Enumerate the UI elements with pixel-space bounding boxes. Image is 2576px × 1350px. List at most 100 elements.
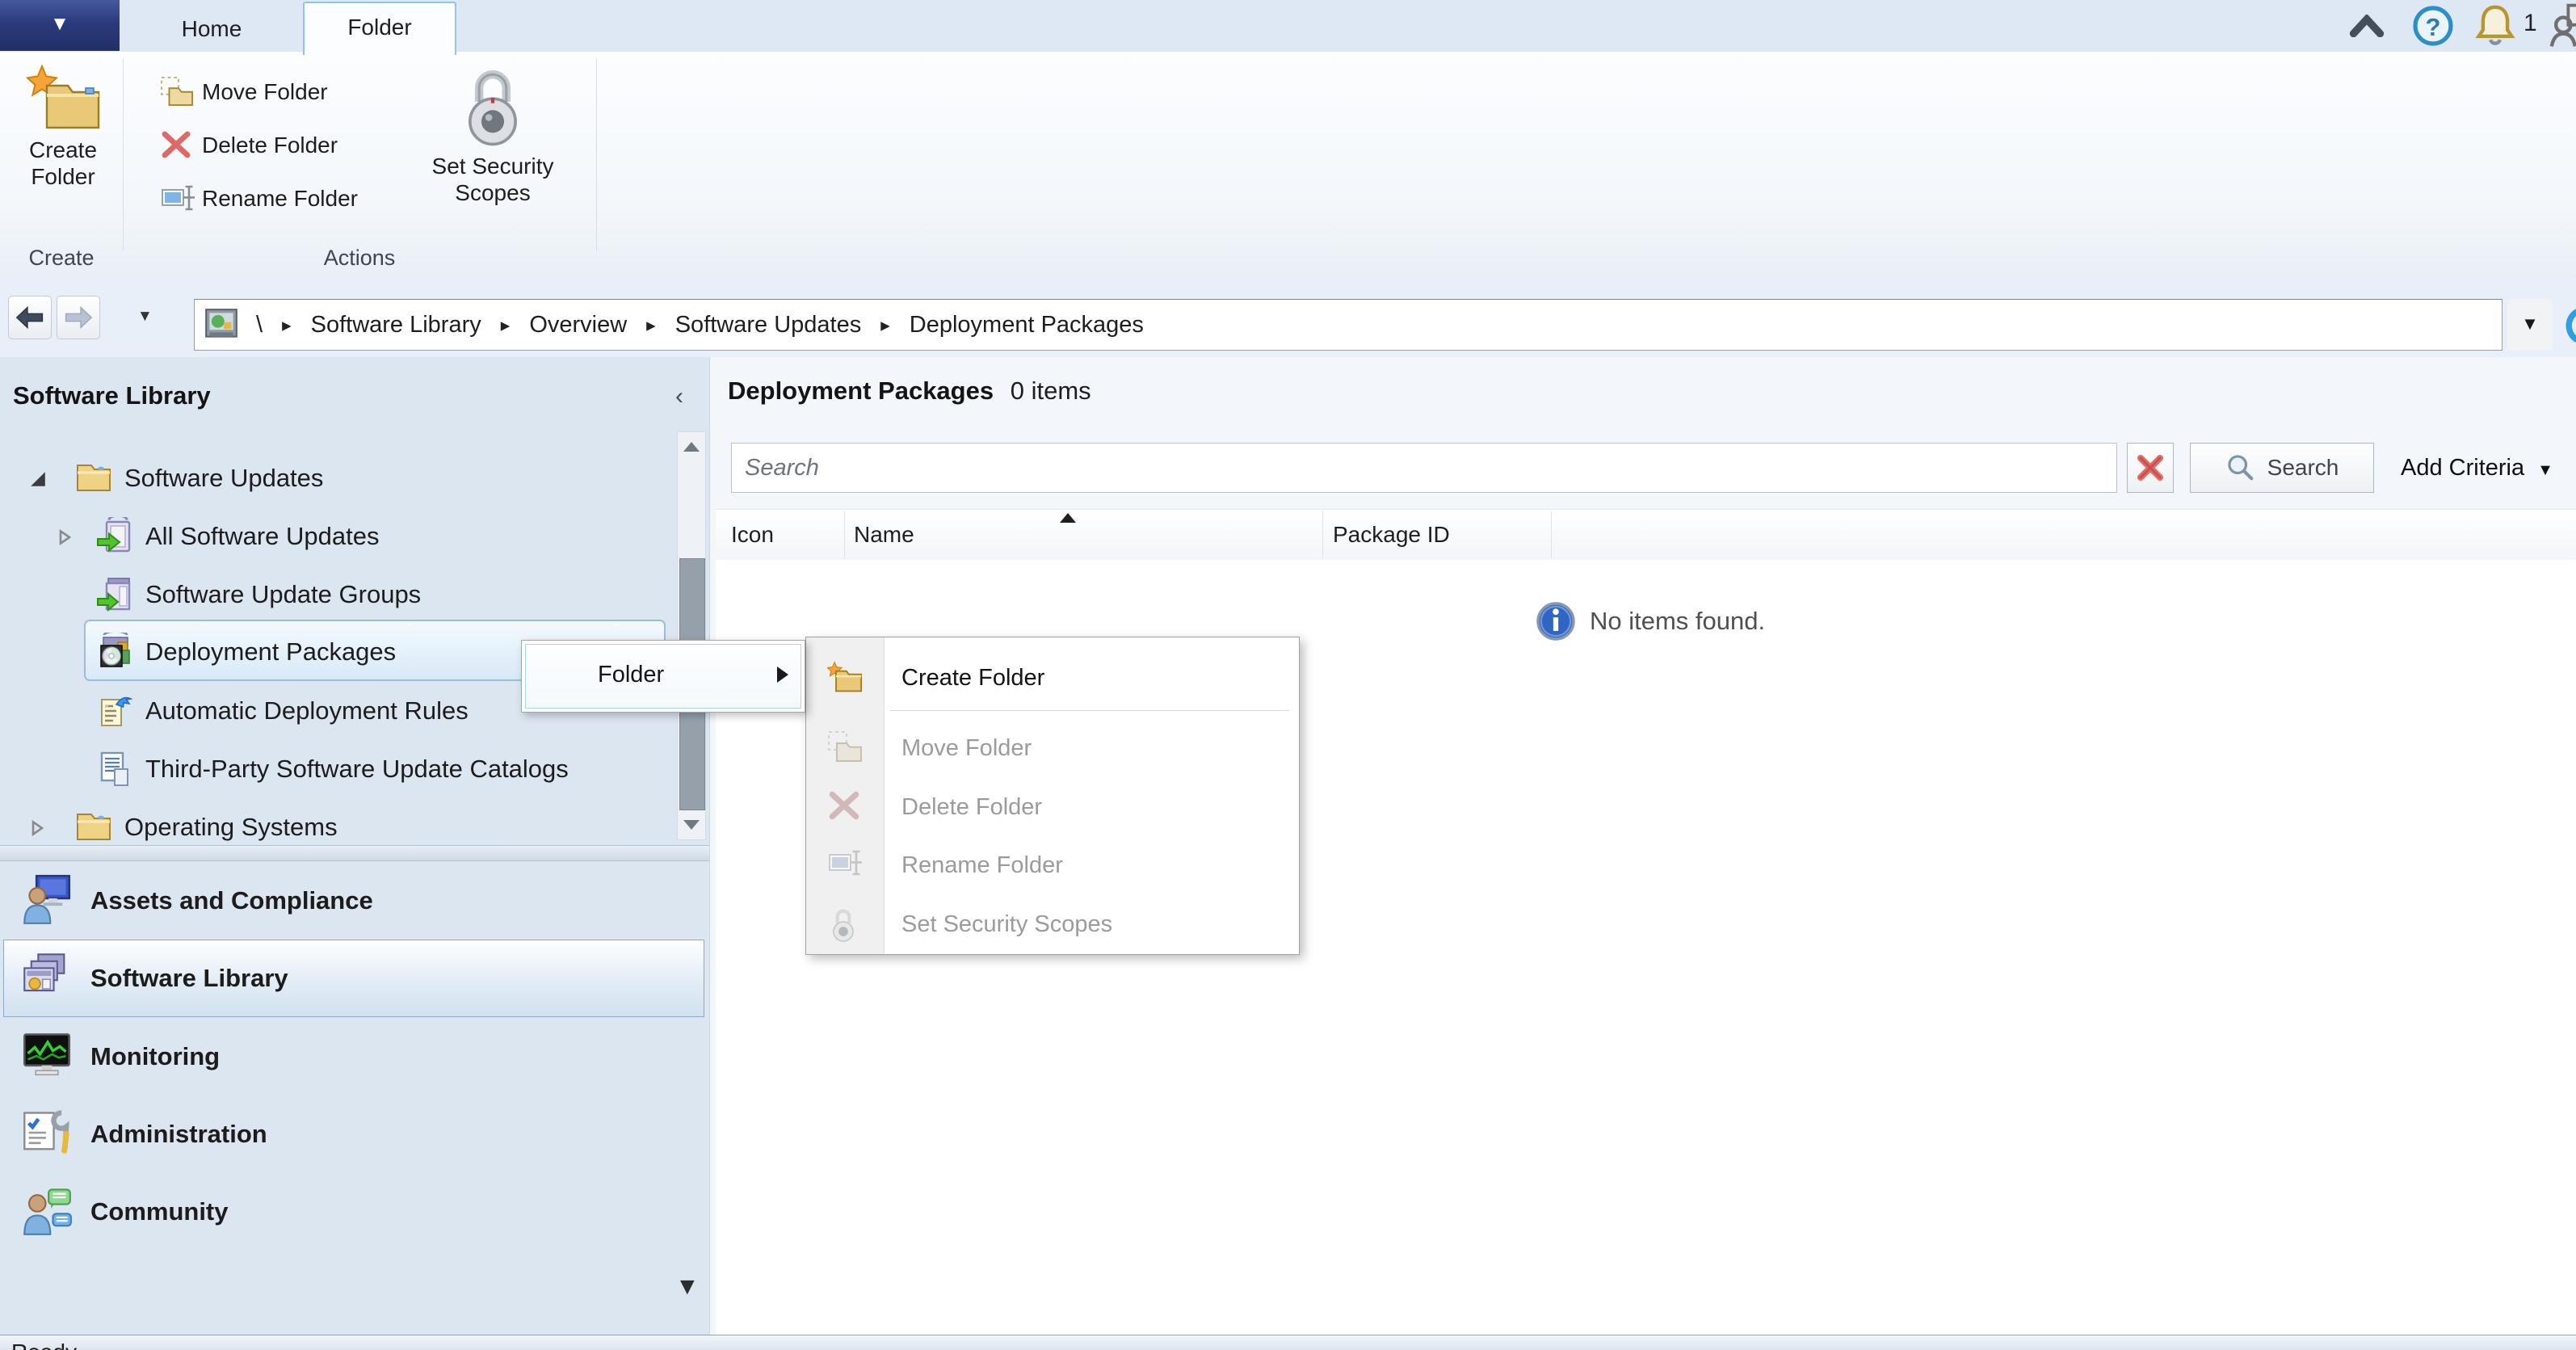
nav-more-icon[interactable]: ▼ (675, 1273, 700, 1301)
rename-folder-label: Rename Folder (202, 186, 358, 211)
breadcrumb-separator-icon: ▸ (500, 313, 511, 335)
breadcrumb-separator-icon: ▸ (880, 313, 890, 335)
notifications-bell-icon[interactable] (2473, 3, 2517, 48)
ribbon-group-actions-label: Actions (323, 246, 396, 270)
nav-item-monitoring[interactable]: Monitoring (0, 1018, 709, 1096)
address-dropdown-icon: ▼ (2521, 313, 2539, 334)
column-header-package-id[interactable]: Package ID (1333, 510, 1450, 560)
collapse-ribbon-chevron-up-icon[interactable] (2349, 15, 2385, 37)
breadcrumb-item-overview[interactable]: Overview (529, 312, 627, 339)
move-folder-icon (161, 76, 193, 107)
nav-item-administration[interactable]: Administration (0, 1096, 709, 1173)
software-library-icon (23, 953, 65, 992)
tree-item-all-software-updates[interactable]: All Software Updates (0, 511, 695, 562)
column-separator[interactable] (1322, 511, 1323, 558)
delete-folder-label: Delete Folder (202, 132, 338, 158)
add-criteria-label: Add Criteria (2401, 455, 2525, 481)
menu-item-move-folder[interactable]: Move Folder (806, 722, 1297, 774)
ribbon-group-create-label: Create (28, 246, 95, 270)
column-header-icon[interactable]: Icon (731, 510, 774, 560)
assets-and-compliance-icon (23, 874, 71, 924)
security-lock-icon (469, 70, 517, 146)
list-column-headers: Icon Name Package ID (716, 509, 2576, 561)
column-separator[interactable] (1551, 511, 1552, 558)
help-icon[interactable]: ? (2412, 5, 2454, 47)
history-dropdown-icon[interactable]: ▼ (137, 299, 153, 334)
create-folder-icon (25, 64, 100, 129)
ribbon: Create Folder Create Move Folder Delete … (0, 52, 2576, 277)
menu-item-rename-folder[interactable]: Rename Folder (806, 839, 1297, 891)
context-menu-folder[interactable]: Folder (521, 640, 805, 713)
nav-item-community[interactable]: Community (0, 1173, 709, 1251)
nav-item-assets-and-compliance[interactable]: Assets and Compliance (0, 862, 709, 940)
refresh-icon[interactable] (2559, 302, 2576, 347)
create-folder-icon (827, 661, 863, 692)
breadcrumb-root[interactable]: \ (256, 312, 263, 339)
scrollbar-down-arrow[interactable] (678, 810, 705, 839)
forward-button[interactable] (57, 296, 100, 339)
app-menu-dropdown-icon: ▼ (50, 13, 69, 35)
tab-home[interactable]: Home (140, 6, 284, 52)
tree-scrollbar[interactable] (677, 431, 706, 840)
delete-folder-icon (162, 131, 191, 158)
ribbon-group-separator (123, 58, 124, 250)
folder-submenu: Create Folder Move Folder Delete Folder … (805, 637, 1300, 955)
tree-collapsed-arrow-icon[interactable] (29, 819, 45, 837)
tree-item-software-update-groups[interactable]: Software Update Groups (0, 569, 695, 620)
clear-x-icon (2137, 455, 2163, 481)
menu-separator (890, 710, 1289, 711)
search-button[interactable]: Search (2190, 443, 2374, 493)
security-lock-icon (833, 909, 854, 942)
community-icon (23, 1188, 72, 1235)
create-folder-label-line2: Folder (31, 164, 95, 189)
breadcrumb-item-software-updates[interactable]: Software Updates (675, 312, 862, 339)
tab-folder[interactable]: Folder (303, 2, 456, 55)
back-button[interactable] (8, 296, 52, 339)
nav-item-software-library[interactable]: Software Library (0, 940, 709, 1017)
menu-item-create-folder[interactable]: Create Folder (806, 652, 1297, 704)
ribbon-group-separator (596, 58, 597, 250)
third-party-catalogs-icon (100, 751, 128, 786)
info-icon (1536, 602, 1575, 641)
move-folder-icon (828, 731, 862, 762)
automatic-deployment-rules-icon (101, 696, 133, 726)
search-magnifier-icon (2227, 455, 2254, 481)
tree-expanded-arrow-icon[interactable] (29, 470, 47, 488)
folder-icon (77, 465, 111, 491)
tree-item-operating-systems[interactable]: Operating Systems (0, 801, 695, 847)
create-folder-ribbon-button[interactable]: Create Folder (6, 63, 120, 190)
monitoring-icon (23, 1033, 71, 1076)
menu-item-set-security-scopes[interactable]: Set Security Scopes (806, 898, 1297, 950)
breadcrumb-item-software-library[interactable]: Software Library (311, 312, 481, 339)
breadcrumb-item-deployment-packages[interactable]: Deployment Packages (910, 312, 1144, 339)
add-criteria-button[interactable]: Add Criteria ▼ (2401, 443, 2553, 493)
navigation-pane: Software Library ‹ Software Updates All … (0, 357, 709, 1335)
app-menu-button[interactable]: ▼ (0, 0, 120, 51)
clear-search-button[interactable] (2127, 443, 2174, 493)
tree-item-third-party-catalogs[interactable]: Third-Party Software Update Catalogs (0, 743, 695, 795)
tree-item-software-updates[interactable]: Software Updates (0, 452, 695, 504)
breadcrumb-separator-icon: ▸ (646, 313, 656, 335)
ribbon-tab-strip: ▼ Home Folder ? 1 (0, 0, 2576, 55)
svg-text:?: ? (2426, 13, 2441, 41)
empty-state-label: No items found. (1590, 607, 1766, 635)
address-dropdown-button[interactable]: ▼ (2507, 299, 2553, 351)
status-bar: Ready (0, 1335, 2576, 1350)
feedback-person-icon[interactable] (2548, 3, 2576, 48)
administration-icon (23, 1110, 69, 1154)
collapse-pane-icon[interactable]: ‹ (675, 383, 683, 410)
menu-item-delete-folder[interactable]: Delete Folder (806, 781, 1297, 833)
breadcrumb: \ ▸ Software Library ▸ Overview ▸ Softwa… (194, 299, 2502, 351)
forward-arrow-icon (65, 305, 93, 330)
results-title-text: Deployment Packages (728, 376, 994, 405)
set-security-scopes-ribbon-button[interactable]: Set Security Scopes (404, 65, 582, 206)
empty-state-message: No items found. (1536, 602, 1765, 641)
column-header-name[interactable]: Name (854, 510, 914, 560)
notification-count-badge: 1 (2523, 10, 2537, 36)
scrollbar-up-arrow[interactable] (678, 432, 705, 461)
column-separator[interactable] (844, 511, 845, 558)
search-input[interactable] (731, 443, 2117, 493)
pane-splitter[interactable] (0, 845, 709, 861)
folder-icon (77, 814, 111, 840)
tree-collapsed-arrow-icon[interactable] (57, 528, 73, 546)
